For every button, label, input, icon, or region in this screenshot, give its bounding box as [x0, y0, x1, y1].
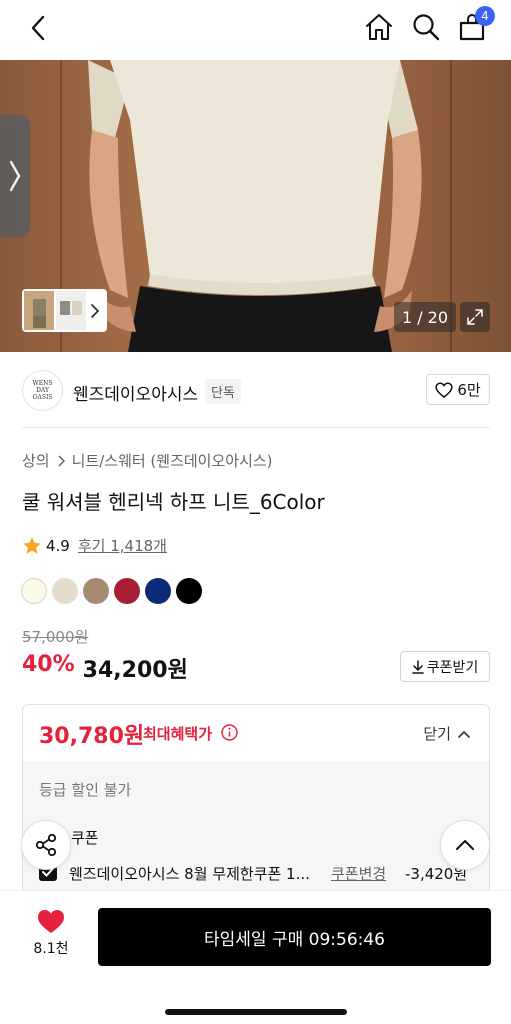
coupon-section-label: 쿠폰	[71, 829, 99, 847]
search-icon	[413, 14, 440, 41]
max-benefit-price: 30,780원	[39, 724, 145, 749]
info-icon[interactable]	[221, 724, 238, 741]
exclusive-tag: 단독	[205, 379, 241, 404]
chevron-right-icon	[9, 160, 21, 192]
discount-rate: 40%	[22, 652, 75, 677]
max-benefit-label: 최대혜택가	[143, 725, 213, 743]
scroll-to-top-button[interactable]	[440, 820, 490, 870]
brand-logo[interactable]: WENS DAY OASIS	[22, 370, 63, 411]
benefit-detail: 등급 할인 불가 쿠폰 웬즈데이오아시스 8월 무제한쿠폰 1... 쿠폰변경 …	[23, 761, 489, 903]
sale-price: 34,200원	[82, 658, 188, 683]
benefit-collapse-toggle[interactable]: 닫기	[423, 723, 471, 744]
product-image-gallery[interactable]: 1 / 20	[0, 60, 511, 352]
category-breadcrumb: 상의 니트/스웨터 (웬즈데이오아시스)	[22, 450, 273, 471]
max-benefit-panel: 30,780원 최대혜택가 닫기 등급 할인 불가 쿠폰 웬즈데이오아시스 8월…	[22, 704, 490, 904]
chevron-right-icon	[58, 454, 65, 467]
color-swatch[interactable]	[21, 578, 47, 604]
section-divider	[22, 427, 490, 428]
color-swatch[interactable]	[52, 578, 78, 604]
thumbnail-image	[56, 291, 86, 330]
rating-row: 4.9 후기 1,418개	[22, 535, 167, 556]
coupon-download-button[interactable]: 쿠폰받기	[400, 651, 490, 682]
coupon-download-label: 쿠폰받기	[426, 659, 479, 676]
brand-like-count: 6만	[457, 381, 481, 399]
color-swatch[interactable]	[145, 578, 171, 604]
back-icon	[31, 15, 45, 41]
image-counter: 1 / 20	[394, 302, 456, 332]
color-thumbnail-strip[interactable]	[22, 289, 107, 332]
breadcrumb-item[interactable]: 니트/스웨터 (웬즈데이오아시스)	[72, 450, 273, 471]
home-indicator	[165, 1009, 347, 1015]
benefit-header[interactable]: 30,780원 최대혜택가 닫기	[23, 705, 489, 761]
buy-button[interactable]: 타임세일 구매 09:56:46	[98, 908, 491, 966]
bottom-purchase-bar: 8.1천 타임세일 구매 09:56:46	[0, 890, 511, 1024]
download-icon	[411, 659, 424, 674]
color-swatch[interactable]	[114, 578, 140, 604]
brand-like-button[interactable]: 6만	[426, 374, 490, 405]
home-button[interactable]	[362, 10, 396, 44]
color-swatch[interactable]	[176, 578, 202, 604]
heart-outline-icon	[435, 381, 453, 398]
heart-filled-icon	[38, 910, 64, 933]
back-button[interactable]	[24, 12, 52, 44]
breadcrumb-item[interactable]: 상의	[22, 450, 50, 471]
color-swatch[interactable]	[83, 578, 109, 604]
coupon-name: 웬즈데이오아시스 8월 무제한쿠폰 1...	[69, 865, 310, 883]
side-drawer-tab[interactable]	[0, 115, 30, 237]
thumbnail-image	[24, 291, 54, 330]
cart-count-badge: 4	[475, 6, 495, 26]
top-nav-bar: 4	[0, 0, 511, 60]
home-icon	[366, 14, 392, 40]
cart-button[interactable]: 4	[457, 6, 495, 42]
collapse-label: 닫기	[423, 725, 451, 743]
price-row: 40% 34,200원	[22, 652, 188, 684]
chevron-right-icon	[91, 303, 100, 318]
wishlist-button[interactable]: 8.1천	[28, 909, 74, 958]
coupon-change-link[interactable]: 쿠폰변경	[331, 863, 386, 884]
original-price: 57,000원	[22, 628, 89, 646]
rating-score: 4.9	[46, 536, 70, 555]
search-button[interactable]	[409, 10, 443, 44]
fullscreen-button[interactable]	[460, 302, 490, 332]
product-title: 쿨 워셔블 헨리넥 하프 니트_6Color	[22, 490, 325, 514]
chevron-up-icon	[456, 840, 474, 850]
wishlist-count: 8.1천	[33, 941, 69, 957]
grade-discount-note: 등급 할인 불가	[39, 781, 132, 799]
share-icon	[35, 833, 57, 857]
share-button[interactable]	[21, 820, 71, 870]
color-swatches	[21, 578, 202, 604]
brand-name[interactable]: 웬즈데이오아시스	[73, 380, 198, 405]
brand-row: WENS DAY OASIS 웬즈데이오아시스 단독 6만	[22, 370, 490, 412]
coupon-row: 웬즈데이오아시스 8월 무제한쿠폰 1... 쿠폰변경 -3,420원	[39, 861, 479, 883]
expand-icon	[467, 309, 483, 325]
star-icon	[23, 536, 41, 554]
review-count-link[interactable]: 후기 1,418개	[78, 535, 167, 556]
brand-logo-text: WENS DAY OASIS	[32, 380, 53, 401]
chevron-up-icon	[458, 730, 470, 738]
